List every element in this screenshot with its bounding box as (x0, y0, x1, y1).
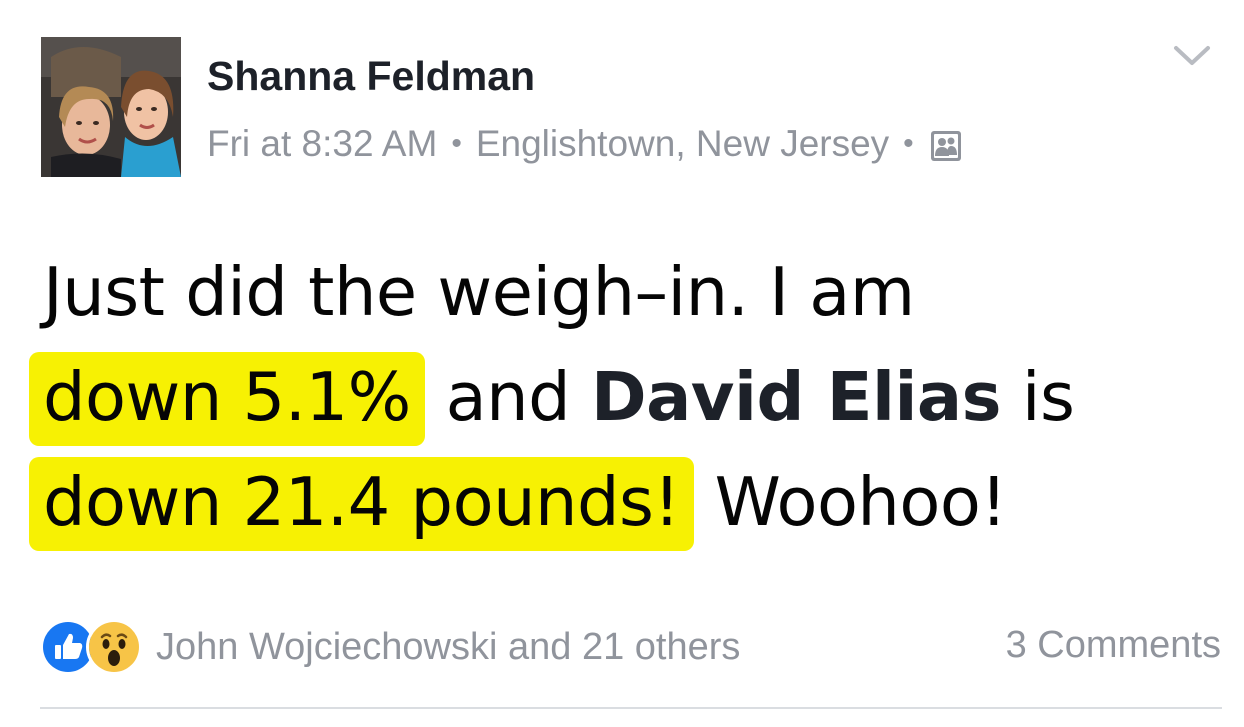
text-segment: and (445, 358, 571, 436)
mention-link[interactable]: David Elias (591, 358, 1002, 436)
text-segment: is (1021, 358, 1075, 436)
text-segment: Woohoo! (714, 463, 1008, 541)
chevron-down-icon[interactable] (1172, 42, 1212, 70)
divider (40, 707, 1222, 709)
post-text-line: Just did the weigh–in. I am (43, 240, 1223, 345)
post-text-line: down 21.4 pounds! Woohoo! (29, 450, 1223, 555)
post-meta: Fri at 8:32 AM • Englishtown, New Jersey… (207, 122, 962, 166)
post-text: Just did the weigh–in. I am down 5.1% an… (29, 240, 1223, 555)
wow-icon (86, 619, 142, 675)
highlighted-text: down 21.4 pounds! (29, 457, 694, 551)
highlighted-text: down 5.1% (29, 352, 425, 446)
profile-photo-icon (41, 37, 181, 177)
post-timestamp[interactable]: Fri at 8:32 AM (207, 122, 437, 166)
text-segment: Just did the weigh–in. I am (43, 253, 915, 331)
author-avatar[interactable] (41, 37, 181, 177)
author-name[interactable]: Shanna Feldman (207, 52, 535, 100)
post-location[interactable]: Englishtown, New Jersey (476, 122, 889, 166)
comments-count[interactable]: 3 Comments (1006, 624, 1221, 667)
reaction-names[interactable]: John Wojciechowski and 21 others (156, 626, 740, 669)
reactions-summary[interactable]: John Wojciechowski and 21 others (40, 618, 740, 676)
meta-separator: • (451, 127, 462, 160)
facebook-post: Shanna Feldman Fri at 8:32 AM • Englisht… (0, 0, 1244, 727)
post-text-line: down 5.1% and David Elias is (29, 345, 1223, 450)
meta-separator: • (903, 127, 914, 160)
friends-icon[interactable] (930, 128, 962, 161)
